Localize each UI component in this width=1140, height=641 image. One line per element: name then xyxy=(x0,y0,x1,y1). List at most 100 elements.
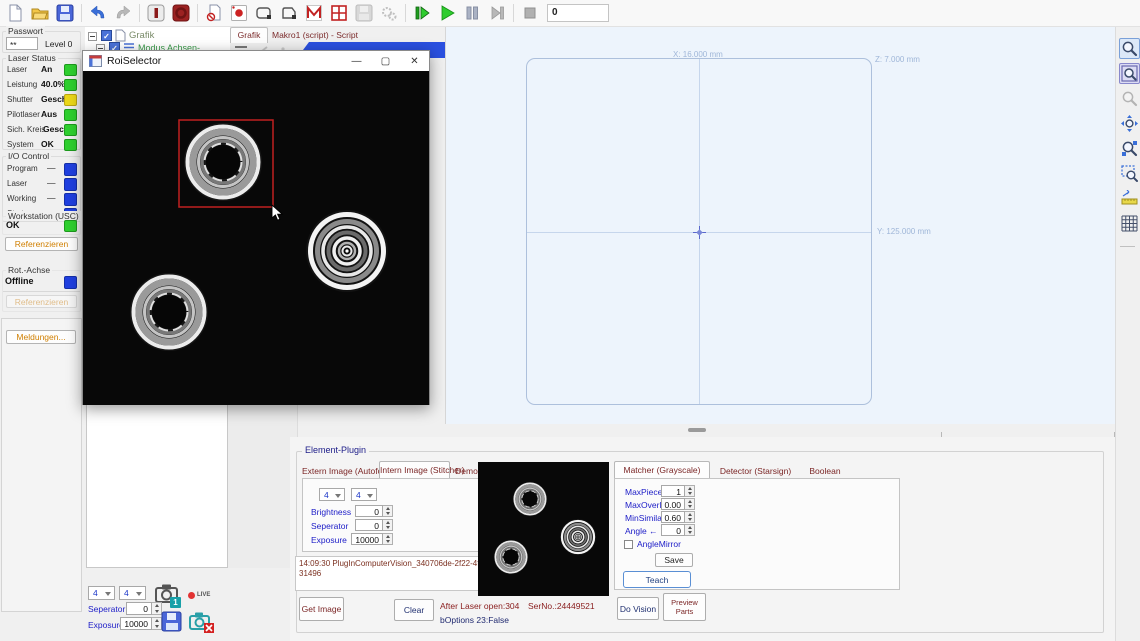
pan-button[interactable] xyxy=(1119,113,1140,134)
level-label: Level 0 xyxy=(45,39,72,49)
grid-y-dropdown[interactable]: 4 xyxy=(119,586,146,600)
status-led xyxy=(64,124,77,136)
info-boptions: bOptions 23:False xyxy=(440,615,509,625)
roi-image-area[interactable] xyxy=(83,71,429,405)
tree-label-root[interactable]: Grafik xyxy=(129,30,154,41)
io-led xyxy=(64,178,77,191)
tab-boolean[interactable]: Boolean xyxy=(801,464,849,478)
brightness-spinner[interactable] xyxy=(383,505,393,517)
tab-detector[interactable]: Detector (Starsign) xyxy=(711,464,800,478)
status-row: Leistung 40.0% xyxy=(3,79,80,92)
splitter-grip[interactable] xyxy=(688,428,706,432)
meldungen-button[interactable]: Meldungen... xyxy=(6,330,76,344)
document-icon xyxy=(115,29,126,42)
zoom-dynamic-button[interactable] xyxy=(1119,138,1140,159)
teach-button[interactable]: Teach xyxy=(623,571,691,588)
io-led xyxy=(64,193,77,206)
plugin-grid-y-dropdown[interactable]: 4 xyxy=(351,488,377,501)
shape-poly-icon[interactable] xyxy=(277,2,301,25)
roi-selector-window: RoiSelector — ▢ ✕ xyxy=(82,50,430,405)
tab-makro[interactable]: Makro1 (script) - Script xyxy=(272,29,394,43)
new-document-icon[interactable] xyxy=(3,2,27,25)
maxoverlap-spinner[interactable] xyxy=(685,498,695,510)
status-value: 40.0% xyxy=(41,79,65,89)
exposure-field[interactable]: 10000 xyxy=(120,617,152,630)
plugin-exposure-field[interactable]: 10000 xyxy=(351,533,383,545)
grid-x-dropdown[interactable]: 4 xyxy=(88,586,115,600)
brightness-field[interactable]: 0 xyxy=(355,505,383,517)
tab-matcher[interactable]: Matcher (Grayscale) xyxy=(614,461,710,478)
tab-extern-image[interactable]: Extern Image (Autofocus) xyxy=(302,464,378,478)
anglemirror-checkbox[interactable] xyxy=(624,540,633,549)
laser-on-icon[interactable] xyxy=(144,2,168,25)
mark-point-icon[interactable] xyxy=(227,2,251,25)
save-icon[interactable] xyxy=(53,2,77,25)
grid-cells-icon[interactable] xyxy=(327,2,351,25)
zoom-button[interactable] xyxy=(1119,38,1140,59)
counter-field[interactable]: 0 xyxy=(547,4,609,22)
measure-button[interactable] xyxy=(1119,188,1140,209)
save-button[interactable]: Save xyxy=(655,553,693,567)
tree-checkbox[interactable]: ✓ xyxy=(101,30,112,41)
maxpiece-spinner[interactable] xyxy=(685,485,695,497)
preview-image[interactable] xyxy=(478,462,609,596)
passwort-input[interactable]: ** xyxy=(6,37,38,50)
z-axis-label: Z: 7.000 mm xyxy=(875,55,920,64)
io-row: Laser— xyxy=(3,178,80,191)
preview-parts-button[interactable]: Preview Parts xyxy=(663,593,706,621)
maxoverlap-field[interactable]: 0.00 xyxy=(661,498,685,510)
maxpiece-field[interactable]: 1 xyxy=(661,485,685,497)
rot-achse-title: Rot.-Achse xyxy=(6,265,52,275)
minimize-button[interactable]: — xyxy=(342,51,371,71)
zoom-window-button[interactable] xyxy=(1119,163,1140,184)
angle-spinner[interactable] xyxy=(685,524,695,536)
angle-field[interactable]: 0 xyxy=(661,524,685,536)
laser-off-icon[interactable] xyxy=(169,2,193,25)
exposure-label: Exposure xyxy=(88,620,124,630)
plugin-seperator-field[interactable]: 0 xyxy=(355,519,383,531)
grid-toggle-button[interactable] xyxy=(1119,213,1140,234)
zoom-fit-button[interactable] xyxy=(1119,63,1140,84)
status-label: Laser xyxy=(7,65,27,74)
mark-abort-icon[interactable] xyxy=(202,2,226,25)
plugin-seperator-spinner[interactable] xyxy=(383,519,393,531)
clear-button[interactable]: Clear xyxy=(394,599,434,621)
minsimilar-field[interactable]: 0.60 xyxy=(661,511,685,523)
shape-rect-icon[interactable] xyxy=(252,2,276,25)
plugin-exposure-spinner[interactable] xyxy=(383,533,393,545)
do-vision-button[interactable]: Do Vision xyxy=(617,597,659,620)
undo-icon[interactable] xyxy=(86,2,110,25)
run-single-icon[interactable] xyxy=(410,2,434,25)
anglemirror-label: AngleMirror xyxy=(637,539,681,549)
tab-intern-image[interactable]: Intern Image (Stitcher) xyxy=(379,461,450,478)
status-row: Sich. KreisGeschl. xyxy=(3,124,80,137)
save-image-icon[interactable] xyxy=(161,611,183,632)
io-label: Working xyxy=(7,194,36,203)
plugin-grid-x-dropdown[interactable]: 4 xyxy=(319,488,345,501)
minsimilar-spinner[interactable] xyxy=(685,511,695,523)
tree-expander-icon[interactable] xyxy=(88,32,97,41)
run-icon[interactable] xyxy=(435,2,459,25)
y-axis-label: Y: 125.000 mm xyxy=(877,227,931,236)
preview-camera-image xyxy=(478,462,609,596)
redo-icon[interactable] xyxy=(111,2,135,25)
get-image-button[interactable]: Get Image xyxy=(299,597,344,621)
io-control-title: I/O Control xyxy=(6,151,51,161)
status-row: LaserAn xyxy=(3,64,80,77)
marking-canvas[interactable]: X: 16.000 mm Z: 7.000 mm Y: 125.000 mm xyxy=(445,27,1115,424)
open-folder-icon[interactable] xyxy=(28,2,52,25)
io-label: Program xyxy=(7,164,38,173)
plugin-title: Element-Plugin xyxy=(302,445,369,455)
toolbar-separator xyxy=(513,4,514,22)
close-button[interactable]: ✕ xyxy=(400,51,429,71)
window-titlebar[interactable]: RoiSelector — ▢ ✕ xyxy=(83,51,429,71)
maximize-button[interactable]: ▢ xyxy=(371,51,400,71)
info-after-laser: After Laser open:304 xyxy=(440,601,519,611)
camera-delete-icon[interactable] xyxy=(189,611,215,633)
mark-vector-icon[interactable] xyxy=(302,2,326,25)
tab-grafik[interactable]: Grafik xyxy=(230,27,268,43)
status-row: PilotlaserAus xyxy=(3,109,80,122)
referenzieren-button[interactable]: Referenzieren xyxy=(5,237,78,251)
seperator-field[interactable]: 0 xyxy=(126,602,152,615)
status-label: Leistung xyxy=(7,80,37,89)
